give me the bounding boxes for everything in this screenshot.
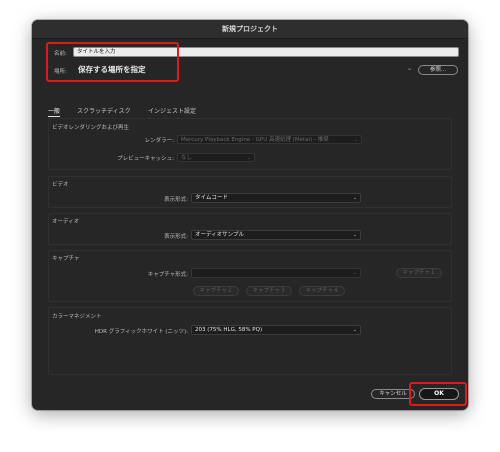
color-management-panel xyxy=(48,307,452,375)
capture-format-select: ⌄ xyxy=(191,268,361,278)
hdr-white-select[interactable]: 203 (75% HLG, 58% PQ) ⌄ xyxy=(191,325,361,335)
renderer-select: Mercury Playback Engine - GPU 高速処理 (Meta… xyxy=(177,135,362,144)
audio-display-format-value: オーディオサンプル xyxy=(195,232,244,238)
preview-cache-select: なし ⌄ xyxy=(177,153,255,162)
audio-panel xyxy=(48,213,452,245)
video-title: ビデオ xyxy=(52,182,69,188)
video-display-format-select[interactable]: タイムコード ⌄ xyxy=(191,193,361,203)
capture-4-button: キャプチャ４ xyxy=(299,286,345,296)
capture-1-button: キャプチャ１ xyxy=(396,268,442,278)
video-rendering-title: ビデオレンダリングおよび再生 xyxy=(52,125,130,131)
audio-display-format-label: 表示形式: xyxy=(164,234,188,240)
color-management-title: カラーマネジメント xyxy=(52,314,102,320)
audio-display-format-select[interactable]: オーディオサンプル ⌄ xyxy=(191,230,361,240)
video-display-format-label: 表示形式: xyxy=(164,197,188,203)
capture-2-button: キャプチャ２ xyxy=(193,286,239,296)
browse-button[interactable]: 参照... xyxy=(418,65,458,75)
capture-3-button: キャプチャ３ xyxy=(246,286,292,296)
tab-scratch-disks[interactable]: スクラッチディスク xyxy=(77,106,131,115)
capture-title: キャプチャ xyxy=(52,256,80,262)
chevron-down-icon: ⌄ xyxy=(352,195,357,201)
highlight-box-ok xyxy=(409,382,467,406)
audio-title: オーディオ xyxy=(52,219,80,225)
chevron-down-icon: ⌄ xyxy=(352,270,357,276)
video-display-format-value: タイムコード xyxy=(195,195,228,201)
chevron-down-icon: ⌄ xyxy=(352,232,357,238)
capture-format-label: キャプチャ形式: xyxy=(147,272,188,278)
hdr-white-label: HDR グラフィックホワイト (ニッツ): xyxy=(94,329,188,335)
dialog-title: 新規プロジェクト xyxy=(32,20,468,39)
chevron-down-icon: ⌄ xyxy=(352,327,357,333)
preview-cache-value: なし xyxy=(181,155,193,161)
chevron-down-icon: ⌄ xyxy=(353,137,358,143)
location-dropdown-chevron-icon[interactable]: ⌄ xyxy=(407,65,412,72)
renderer-value: Mercury Playback Engine - GPU 高速処理 (Meta… xyxy=(181,137,329,143)
hdr-white-value: 203 (75% HLG, 58% PQ) xyxy=(195,327,263,333)
chevron-down-icon: ⌄ xyxy=(246,155,251,161)
renderer-label: レンダラー: xyxy=(144,138,174,144)
tab-general[interactable]: 一般 xyxy=(48,106,61,117)
tab-ingest-settings[interactable]: インジェスト設定 xyxy=(148,106,196,115)
preview-cache-label: プレビューキャッシュ: xyxy=(117,156,174,162)
video-panel xyxy=(48,176,452,208)
highlight-box-name-location xyxy=(46,42,179,82)
